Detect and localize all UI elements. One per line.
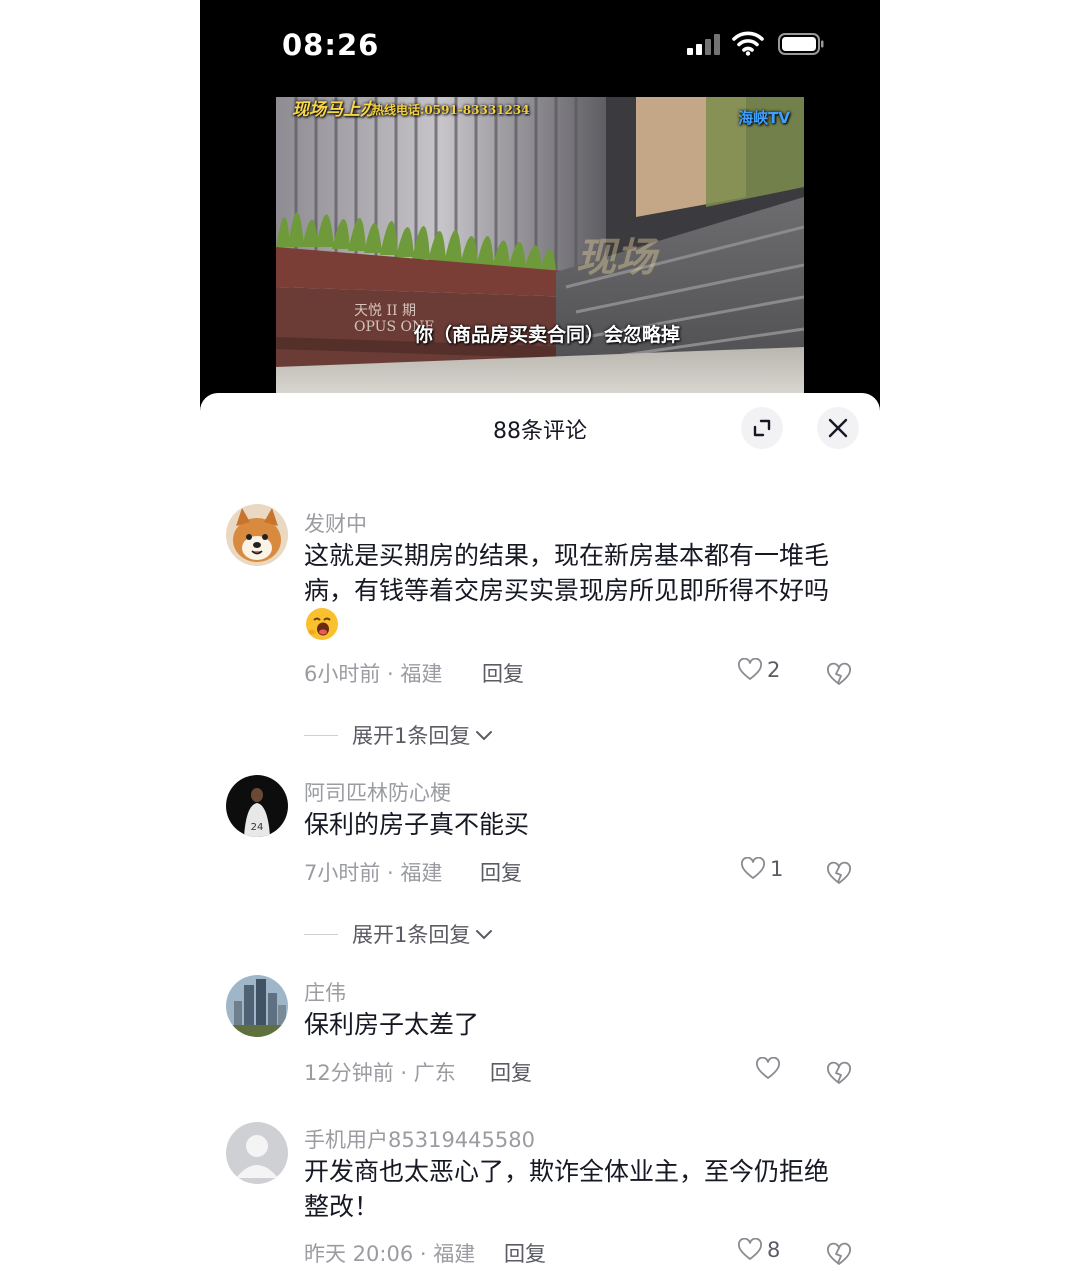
comment-author[interactable]: 阿司匹林防心梗 [304,777,451,807]
expand-replies-label: 展开1条回复 [352,724,471,748]
comment-author[interactable]: 庄伟 [304,977,346,1007]
video-watermark: 现场 [576,234,656,281]
like-button[interactable]: 1 [740,857,783,881]
reply-button[interactable]: 回复 [504,1238,546,1268]
like-button[interactable] [755,1057,785,1081]
svg-text:24: 24 [251,822,264,833]
divider-line [304,734,338,736]
like-count: 2 [767,658,781,682]
like-button[interactable]: 8 [737,1238,780,1262]
reply-button[interactable]: 回复 [490,1057,532,1087]
expand-replies-button[interactable]: 展开1条回复 [304,720,494,750]
like-count: 8 [767,1238,781,1262]
broken-heart-icon[interactable] [826,662,852,688]
avatar-default-user[interactable] [226,1122,288,1184]
comment-text: 保利的房子真不能买 [304,810,530,839]
comment-author[interactable]: 发财中 [304,508,367,538]
comment-text: 这就是买期房的结果，现在新房基本都有一堆毛病，有钱等着交房买实景现房所见即所得不… [304,538,844,643]
video-logo: 现场马上办 [292,100,377,120]
comment-author[interactable]: 手机用户85319445580 [304,1124,535,1154]
expand-replies-button[interactable]: 展开1条回复 [304,919,494,949]
avatar-basketball-player[interactable]: 24 [226,775,288,837]
chevron-down-icon [476,930,493,940]
reply-button[interactable]: 回复 [482,658,524,688]
signal-icon [687,33,721,55]
comment-text: 保利房子太差了 [304,1010,480,1039]
video-hotline: 热线电话:0591-83331234 [372,103,530,117]
close-icon [828,418,848,438]
yawning-face-emoji [306,608,338,640]
avatar-shiba-dog[interactable] [226,504,288,566]
heart-icon [738,658,762,680]
expand-replies-label: 展开1条回复 [352,923,471,947]
close-sheet-button[interactable] [817,407,859,449]
comment-meta: 7小时前 · 福建 [304,861,443,885]
broken-heart-icon[interactable] [826,1061,852,1087]
video-player[interactable]: 现场马上办 热线电话:0591-83331234 海峡TV 现场 天悦 II 期… [276,97,804,393]
comment-meta: 12分钟前 · 广东 [304,1061,456,1085]
status-time: 08:26 [282,28,380,62]
like-button[interactable]: 2 [737,658,780,682]
phone-screen: 08:26 现场马上办 热线电话:0591-83331234 海峡TV 现场 天… [200,0,880,1271]
heart-icon [738,1238,762,1260]
heart-icon [741,857,765,879]
status-bar: 08:26 [200,0,880,90]
wifi-icon [732,31,764,56]
broken-heart-icon[interactable] [826,1242,852,1268]
video-subtitle: 你（商品房买卖合同）会忽略掉 [414,324,681,346]
comment-meta: 昨天 20:06 · 福建 [304,1242,476,1266]
broken-heart-icon[interactable] [826,861,852,887]
comment-text-body: 这就是买期房的结果，现在新房基本都有一堆毛病，有钱等着交房买实景现房所见即所得不… [304,541,830,605]
divider-line [304,933,338,935]
avatar-city-skyline[interactable] [226,975,288,1037]
comment-text: 开发商也太恶心了，欺诈全体业主，至今仍拒绝整改！ [304,1157,830,1221]
battery-icon [778,33,824,55]
expand-sheet-button[interactable] [741,407,783,449]
video-frame-image [276,97,804,393]
reply-button[interactable]: 回复 [480,857,522,887]
heart-icon [756,1057,780,1079]
chevron-down-icon [476,731,493,741]
comment-meta: 6小时前 · 福建 [304,662,443,686]
like-count: 1 [770,857,784,881]
video-channel-logo: 海峡TV [738,109,790,127]
comments-sheet: 88条评论 发财中 这就是买期房的结果，现在新房基本都有一堆毛病，有钱等着交房买… [200,393,880,1271]
expand-icon [753,419,771,437]
